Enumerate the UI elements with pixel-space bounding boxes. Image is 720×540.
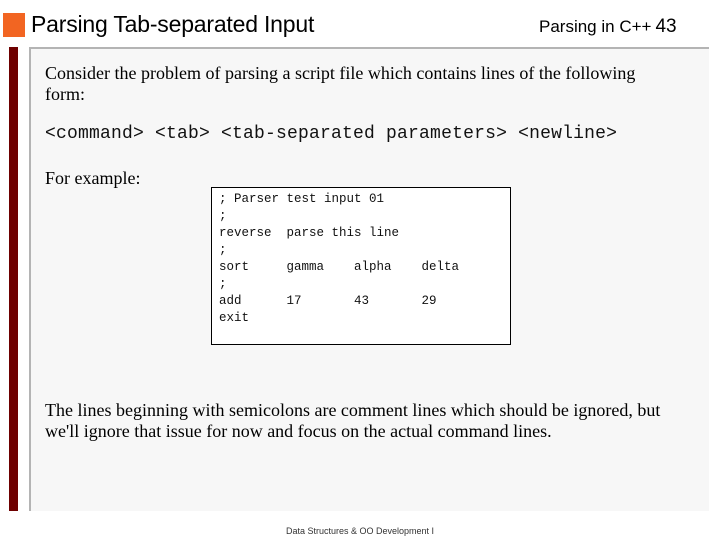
content-panel: Consider the problem of parsing a script… <box>29 47 709 511</box>
syntax-line: <command> <tab> <tab-separated parameter… <box>45 124 618 144</box>
code-line: ; <box>219 209 227 223</box>
conclusion-paragraph: The lines beginning with semicolons are … <box>45 400 661 441</box>
code-line: add 17 43 29 <box>219 294 437 308</box>
section-name: Parsing in C++ <box>539 17 652 36</box>
header-section: Parsing in C++ 43 <box>539 16 677 38</box>
code-line: ; <box>219 277 227 291</box>
code-line: exit <box>219 311 250 325</box>
footer-text: Data Structures & OO Development I <box>285 526 435 536</box>
code-example-box: ; Parser test input 01 ; reverse parse t… <box>211 187 511 345</box>
code-line: ; <box>219 243 227 257</box>
code-line: sort gamma alpha delta <box>219 260 460 274</box>
page-number: 43 <box>655 16 677 37</box>
slide-title: Parsing Tab-separated Input <box>31 11 315 37</box>
left-accent-bar <box>9 47 18 511</box>
code-line: reverse parse this line <box>219 226 400 240</box>
intro-paragraph: Consider the problem of parsing a script… <box>45 63 636 104</box>
title-accent-square <box>3 13 25 37</box>
code-line: ; Parser test input 01 <box>219 192 385 206</box>
example-label: For example: <box>45 168 141 188</box>
